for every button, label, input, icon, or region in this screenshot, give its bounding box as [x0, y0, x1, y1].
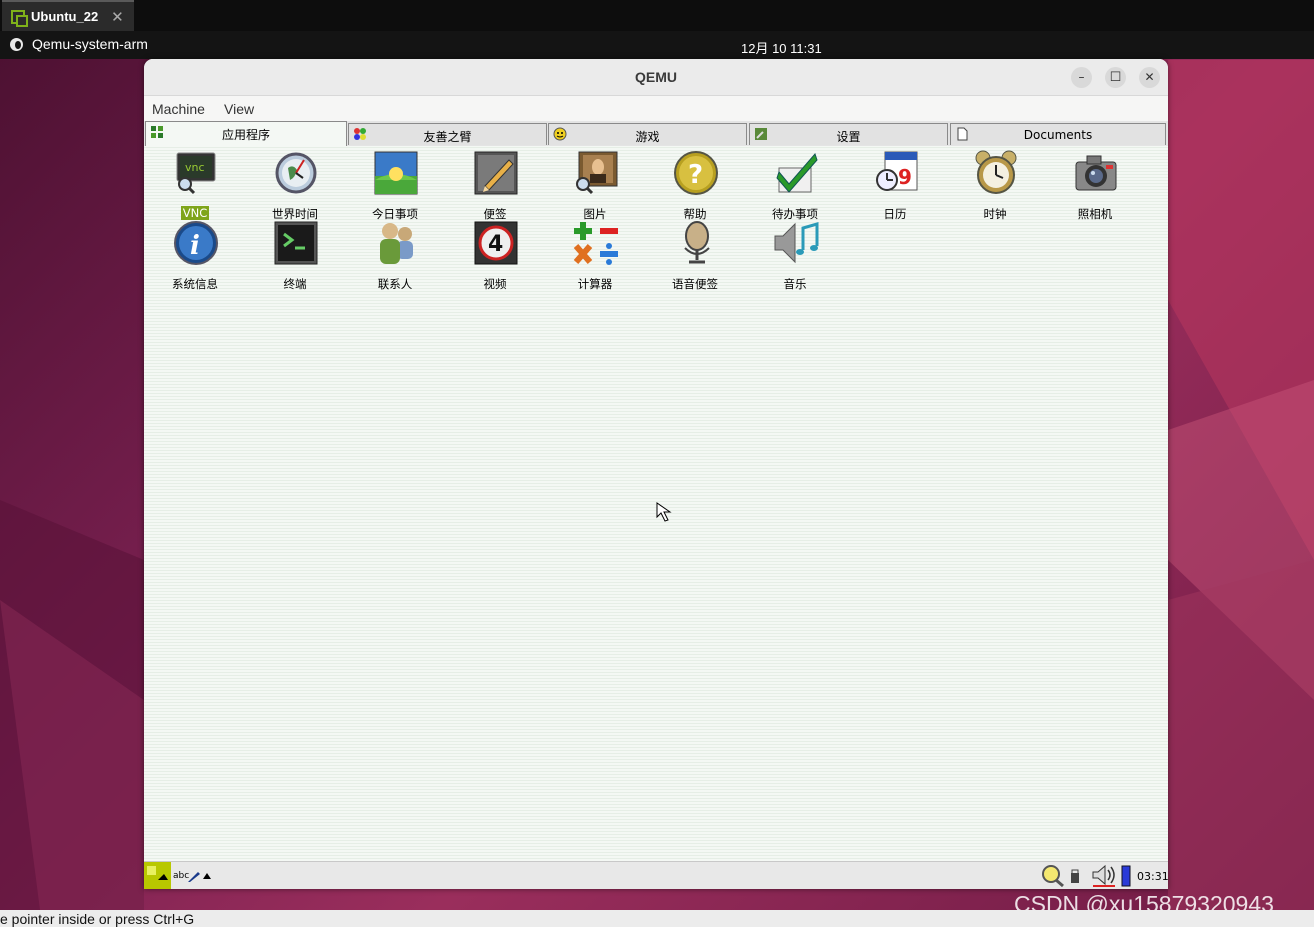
todo-icon — [776, 153, 818, 193]
guest-tab-bar: 应用程序 友善之臂 游戏 设置 Documents — [144, 121, 1168, 146]
notes-icon — [474, 151, 518, 195]
close-tab-icon[interactable]: ✕ — [111, 8, 124, 26]
app-todo[interactable]: 待办事项 — [745, 150, 845, 221]
app-label: 视频 — [483, 277, 507, 291]
battery-icon[interactable] — [1121, 865, 1131, 887]
vm-icon — [11, 9, 28, 27]
tab-label: 游戏 — [635, 130, 660, 144]
maximize-button[interactable]: ☐ — [1105, 67, 1126, 88]
info-icon: i — [174, 221, 218, 265]
app-terminal[interactable]: 终端 — [245, 220, 345, 291]
app-contacts[interactable]: 联系人 — [345, 220, 445, 291]
contacts-icon — [380, 223, 413, 264]
mouse-cursor-icon — [656, 502, 672, 522]
tab-documents[interactable]: Documents — [950, 123, 1166, 145]
window-title: QEMU — [635, 69, 677, 85]
music-icon — [774, 222, 819, 264]
app-icon — [10, 37, 23, 51]
video-number: 4 — [488, 232, 503, 257]
world-clock-icon — [275, 152, 317, 194]
alarm-clock-icon — [975, 150, 1017, 194]
terminal-icon — [274, 221, 318, 265]
start-icon — [147, 866, 168, 880]
app-alarm-clock[interactable]: 时钟 — [945, 150, 1045, 221]
tab-applications[interactable]: 应用程序 — [145, 121, 347, 146]
pen-icon[interactable] — [187, 869, 201, 883]
vm-tab-label: Ubuntu_22 — [31, 9, 99, 24]
vm-tab-bar: Ubuntu_22 ✕ — [0, 0, 1314, 31]
app-voice-notes[interactable]: 语音便签 — [645, 220, 745, 291]
menu-bar: Machine View — [144, 96, 1168, 120]
app-label: 时钟 — [983, 207, 1007, 221]
vnc-screen-text: vnc — [185, 161, 205, 174]
clock[interactable]: 12月 10 11:31 — [741, 38, 822, 57]
app-menu[interactable]: Qemu-system-arm — [10, 36, 148, 52]
app-video[interactable]: 4 视频 — [445, 220, 545, 291]
vm-tab-ubuntu[interactable]: Ubuntu_22 ✕ — [2, 0, 134, 31]
app-label: 终端 — [283, 277, 307, 291]
minimize-button[interactable]: – — [1071, 67, 1092, 88]
tab-label: 设置 — [836, 130, 861, 144]
guest-screen[interactable]: 应用程序 友善之臂 游戏 设置 Documents vnc VNC 世界时间 今… — [144, 121, 1168, 889]
app-label: 计算器 — [577, 277, 613, 291]
top-panel: Qemu-system-arm 12月 10 11:31 — [0, 31, 1314, 59]
close-button[interactable]: ✕ — [1139, 67, 1160, 88]
menu-view[interactable]: View — [224, 101, 254, 117]
help-icon: ? — [674, 151, 718, 195]
tab-games[interactable]: 游戏 — [548, 123, 747, 145]
tab-settings[interactable]: 设置 — [749, 123, 948, 145]
app-help[interactable]: ? 帮助 — [645, 150, 745, 221]
app-label: 照相机 — [1077, 207, 1113, 221]
svg-text:?: ? — [688, 160, 703, 190]
status-text: e pointer inside or press Ctrl+G — [0, 911, 195, 927]
volume-icon[interactable] — [1091, 864, 1117, 888]
camera-icon — [1075, 155, 1117, 191]
app-name: Qemu-system-arm — [32, 36, 148, 52]
app-calendar[interactable]: 9 日历 — [845, 150, 945, 221]
app-label: 系统信息 — [172, 277, 218, 291]
menu-machine[interactable]: Machine — [152, 101, 205, 117]
status-bar: e pointer inside or press Ctrl+G — [0, 910, 1314, 927]
arrow-up-icon[interactable] — [203, 873, 211, 879]
vnc-icon: vnc — [176, 152, 216, 195]
qemu-window: QEMU – ☐ ✕ Machine View 应用程序 友善之臂 游戏 设置 — [144, 59, 1168, 889]
app-music[interactable]: 音乐 — [745, 220, 845, 291]
tab-label: Documents — [1023, 128, 1093, 142]
calculator-icon — [573, 222, 618, 265]
app-label: 联系人 — [377, 277, 413, 291]
app-camera[interactable]: 照相机 — [1045, 150, 1145, 221]
svg-text:i: i — [190, 231, 200, 261]
calendar-icon: 9 — [876, 151, 918, 191]
app-today[interactable]: 今日事项 — [345, 150, 445, 221]
start-button[interactable] — [144, 862, 171, 889]
battery-lock-icon[interactable] — [1069, 868, 1081, 884]
guest-clock[interactable]: 03:31 — [1137, 870, 1168, 883]
video-icon: 4 — [474, 221, 518, 265]
guest-taskbar: abc 03:31 — [144, 861, 1168, 889]
calendar-day: 9 — [898, 165, 912, 189]
app-system-info[interactable]: i 系统信息 — [145, 220, 245, 291]
app-vnc[interactable]: vnc VNC — [145, 150, 245, 220]
title-bar[interactable]: QEMU – ☐ ✕ — [144, 59, 1168, 96]
app-notes[interactable]: 便签 — [445, 150, 545, 221]
pictures-icon — [576, 151, 618, 195]
app-label: VNC — [180, 206, 210, 220]
today-icon — [374, 151, 418, 195]
app-world-clock[interactable]: 世界时间 — [245, 150, 345, 221]
tab-label: 友善之臂 — [423, 130, 472, 144]
app-calculator[interactable]: 计算器 — [545, 220, 645, 291]
app-label: 日历 — [883, 207, 907, 221]
microphone-icon — [684, 221, 710, 264]
magnifier-icon[interactable] — [1041, 864, 1067, 888]
tab-friendlyarm[interactable]: 友善之臂 — [348, 123, 547, 145]
app-pictures[interactable]: 图片 — [545, 150, 645, 221]
tab-label: 应用程序 — [221, 128, 270, 142]
app-label: 音乐 — [783, 277, 807, 291]
app-label: 语音便签 — [672, 277, 718, 291]
